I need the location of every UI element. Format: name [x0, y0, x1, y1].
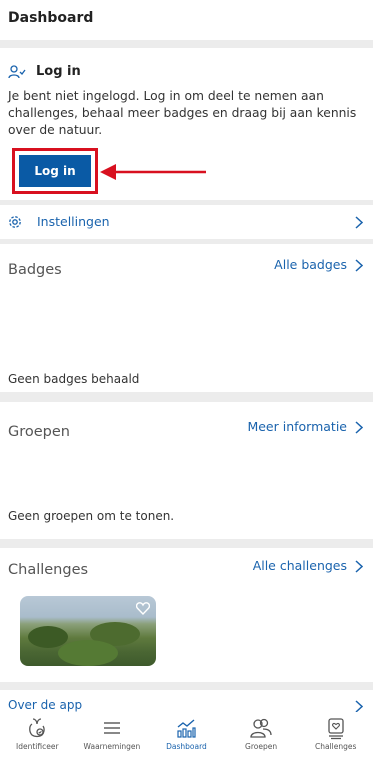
nav-label: Groepen	[245, 742, 278, 751]
settings-label: Instellingen	[37, 214, 110, 229]
nav-label: Dashboard	[166, 742, 207, 751]
login-label: Log in	[36, 64, 81, 79]
nav-label: Waarnemingen	[83, 742, 141, 751]
identify-icon	[0, 716, 75, 740]
chevron-right-icon[interactable]	[355, 419, 364, 438]
bottom-navigation: Identificeer Waarnemingen Dashboard Groe…	[0, 712, 373, 758]
groups-section: Groepen Meer informatie Geen groepen om …	[0, 402, 373, 539]
challenges-icon	[298, 716, 373, 740]
badges-section: Badges Alle badges Geen badges behaald	[0, 244, 373, 392]
page-title: Dashboard	[8, 10, 94, 26]
red-arrow-annotation	[98, 160, 208, 188]
groups-icon	[224, 716, 299, 740]
groups-empty-text: Geen groepen om te tonen.	[8, 509, 175, 523]
list-icon	[75, 716, 150, 740]
login-heading: Log in	[8, 64, 81, 79]
dashboard-icon	[149, 716, 224, 740]
chevron-right-icon	[355, 214, 364, 233]
login-button[interactable]: Log in	[19, 155, 91, 187]
nav-label: Identificeer	[16, 742, 59, 751]
badges-empty-text: Geen badges behaald	[8, 372, 140, 386]
groups-title: Groepen	[8, 424, 70, 440]
settings-row[interactable]: Instellingen	[0, 205, 373, 239]
nav-identify[interactable]: Identificeer	[0, 712, 75, 758]
badges-title: Badges	[8, 262, 62, 278]
heart-icon[interactable]	[135, 600, 151, 619]
nav-groups[interactable]: Groepen	[224, 712, 299, 758]
challenges-title: Challenges	[8, 562, 89, 578]
challenge-card-image[interactable]	[20, 596, 156, 666]
nav-label: Challenges	[314, 742, 357, 751]
nav-challenges[interactable]: Challenges	[298, 712, 373, 758]
app-header: Dashboard	[0, 0, 373, 40]
gear-icon	[8, 214, 22, 233]
nav-observations[interactable]: Waarnemingen	[75, 712, 150, 758]
all-badges-link[interactable]: Alle badges	[274, 257, 347, 272]
login-description: Je bent niet ingelogd. Log in om deel te…	[8, 89, 357, 137]
chevron-right-icon[interactable]	[355, 257, 364, 276]
chevron-right-icon[interactable]	[355, 558, 364, 577]
nav-dashboard[interactable]: Dashboard	[149, 712, 224, 758]
about-label: Over de app	[8, 698, 83, 712]
all-challenges-link[interactable]: Alle challenges	[253, 558, 347, 573]
user-icon	[8, 64, 26, 79]
more-info-link[interactable]: Meer informatie	[247, 419, 347, 434]
